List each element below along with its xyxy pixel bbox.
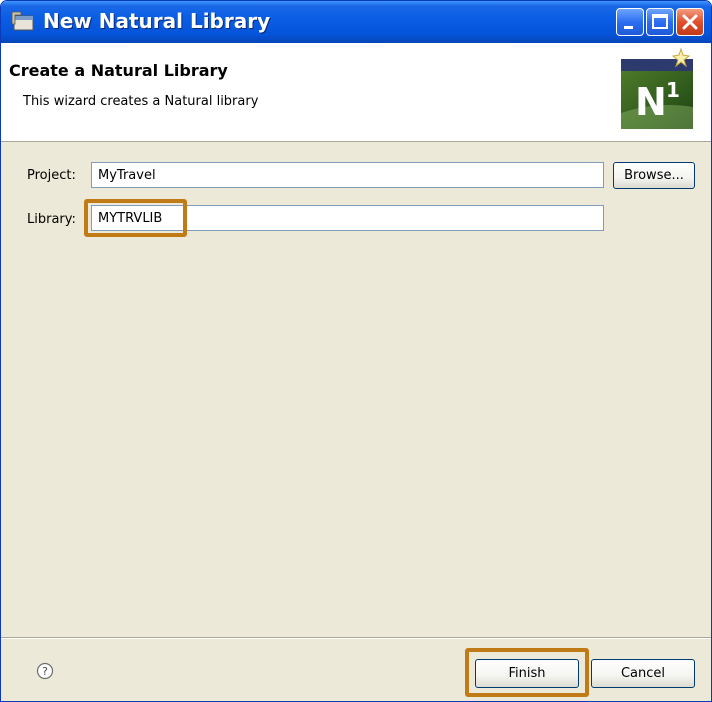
svg-text:?: ? (42, 665, 48, 678)
project-label: Project: (27, 168, 76, 183)
library-highlight (84, 199, 187, 237)
logo-letter: N (635, 80, 667, 124)
browse-button[interactable]: Browse... (613, 162, 695, 189)
help-icon[interactable]: ? (36, 662, 54, 680)
minimize-icon (624, 26, 633, 29)
title-bar[interactable]: New Natural Library (1, 1, 711, 43)
library-label: Library: (27, 212, 76, 227)
wizard-header: Create a Natural Library This wizard cre… (1, 43, 711, 142)
minimize-button[interactable] (616, 8, 644, 36)
maximize-icon (652, 14, 668, 29)
natural-logo-icon: N 1 (621, 43, 693, 133)
dialog-window: New Natural Library Create a Natural Lib… (0, 0, 712, 702)
close-button[interactable] (676, 8, 704, 36)
cancel-button[interactable]: Cancel (591, 659, 695, 688)
footer-divider (1, 637, 711, 639)
application-icon (11, 11, 35, 31)
maximize-button[interactable] (646, 8, 674, 36)
window-title: New Natural Library (43, 9, 271, 33)
wizard-title: Create a Natural Library (9, 61, 228, 80)
finish-highlight (465, 648, 589, 697)
logo-superscript: 1 (666, 78, 680, 102)
close-icon (682, 14, 698, 30)
project-field[interactable] (91, 162, 604, 188)
wizard-description: This wizard creates a Natural library (23, 94, 259, 109)
